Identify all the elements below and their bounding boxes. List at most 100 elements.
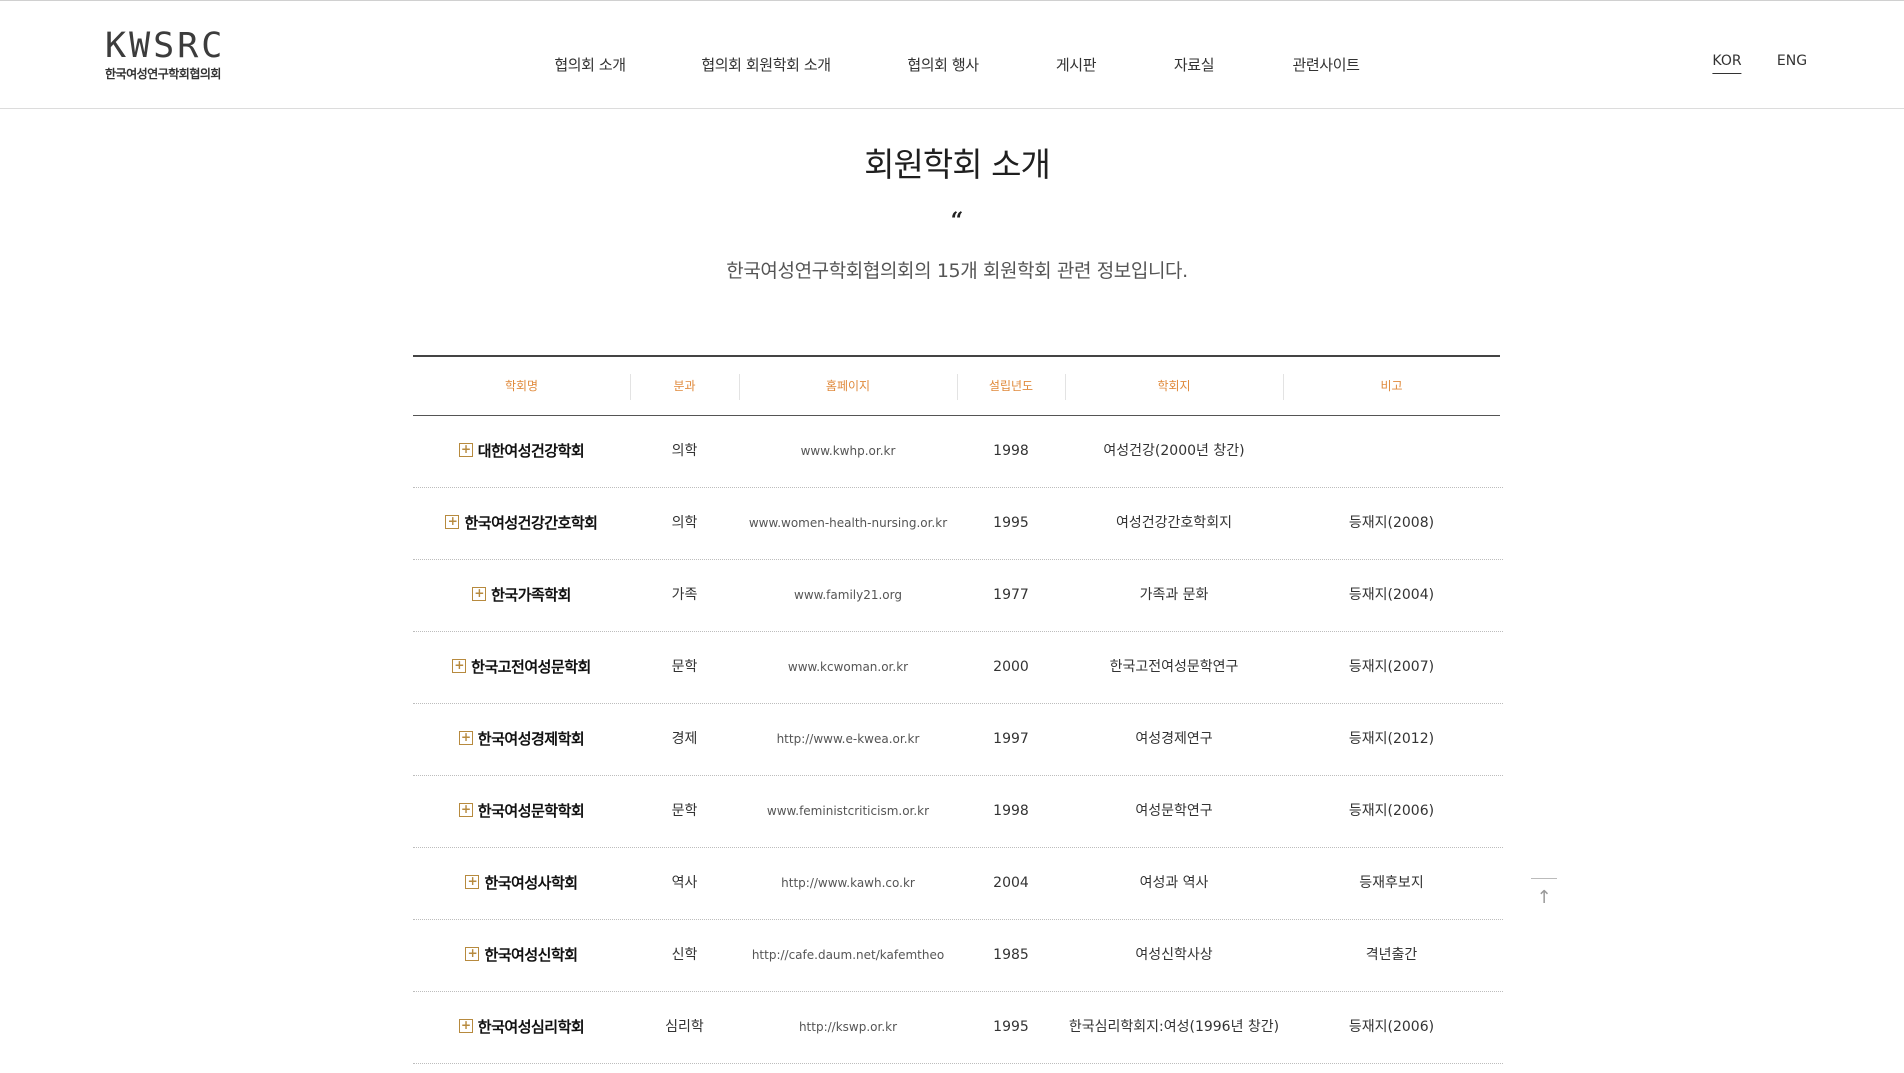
nav-item-about[interactable]: 협의회 소개: [554, 54, 626, 75]
nav-item-board[interactable]: 게시판: [1056, 54, 1097, 75]
homepage-link[interactable]: www.women-health-nursing.or.kr: [739, 488, 957, 559]
journal-cell: 여성문학연구: [1135, 803, 1213, 819]
founded-year-cell: 1985: [993, 947, 1029, 963]
field-cell: 문학: [671, 803, 698, 819]
society-name-label: 한국가족학회: [491, 586, 571, 604]
plus-box-icon[interactable]: +: [465, 874, 480, 889]
society-name[interactable]: + 한국여성경제학회: [413, 704, 630, 775]
header-journal: 학회지: [1157, 379, 1191, 393]
plus-box-icon[interactable]: +: [452, 658, 467, 673]
homepage-link[interactable]: www.family21.org: [739, 560, 957, 631]
table-header: 학회명 분과 홈페이지 설립년도 학회지 비고: [413, 355, 1500, 416]
header-homepage: 홈페이지: [825, 379, 871, 393]
society-name-label: 한국여성심리학회: [477, 1018, 585, 1036]
founded-year-cell: 1995: [993, 515, 1029, 531]
note-cell: 등재지(2012): [1348, 731, 1435, 747]
field-cell: 역사: [671, 875, 698, 891]
homepage-link[interactable]: http://www.e-kwea.or.kr: [739, 704, 957, 775]
nav-item-archive[interactable]: 자료실: [1174, 54, 1215, 75]
field-cell: 가족: [671, 587, 698, 603]
lang-eng-link[interactable]: ENG: [1777, 53, 1807, 69]
homepage-link[interactable]: http://www.kawh.co.kr: [739, 848, 957, 919]
table-row: + 한국여성신학회 신학 http://cafe.daum.net/kafemtheo…: [413, 920, 1503, 992]
journal-cell: 여성건강(2000년 창간): [1103, 443, 1245, 459]
table-row: + 한국여성건강간호학회 의학 www.women-health-nursing.or…: [413, 488, 1503, 560]
note-cell: 등재지(2006): [1348, 803, 1435, 819]
founded-year-cell: 2004: [993, 875, 1029, 891]
plus-box-icon[interactable]: +: [465, 946, 480, 961]
homepage-link[interactable]: www.feministcriticism.or.kr: [739, 776, 957, 847]
founded-year-cell: 1998: [993, 443, 1029, 459]
plus-box-icon[interactable]: +: [458, 730, 473, 745]
table-row: + 한국고전여성문학회 문학 www.kcwoman.or.kr 2000 한국고전여성문…: [413, 632, 1503, 704]
founded-year-cell: 1998: [993, 803, 1029, 819]
society-name[interactable]: + 한국여성신학회: [413, 920, 630, 991]
nav-item-events[interactable]: 협의회 행사: [907, 54, 979, 75]
journal-cell: 한국심리학회지:여성(1996년 창간): [1068, 1019, 1280, 1035]
header-society-name: 학회명: [504, 379, 539, 393]
journal-cell: 여성건강간호학회지: [1116, 515, 1232, 531]
quote-icon: “: [950, 208, 964, 234]
arrow-up-icon: ↑: [1536, 887, 1552, 908]
society-name[interactable]: + 한국여성문학학회: [413, 776, 630, 847]
header-note: 비고: [1380, 379, 1403, 393]
founded-year-cell: 1995: [993, 1019, 1029, 1035]
society-name[interactable]: + 한국고전여성문학회: [413, 632, 630, 703]
journal-cell: 가족과 문화: [1139, 587, 1209, 603]
society-name[interactable]: + 한국여성사학회: [413, 848, 630, 919]
table-row: + 한국여성사학회 역사 http://www.kawh.co.kr 2004 여성과 역…: [413, 848, 1503, 920]
journal-cell: 여성신학사상: [1135, 947, 1213, 963]
field-cell: 신학: [671, 947, 698, 963]
note-cell: 등재지(2004): [1348, 587, 1435, 603]
field-cell: 의학: [671, 515, 698, 531]
journal-cell: 한국고전여성문학연구: [1109, 659, 1239, 675]
table-row: + 한국여성심리학회 심리학 http://kswp.or.kr 1995 한국심리학회지…: [413, 992, 1503, 1064]
note-cell: 등재지(2006): [1348, 1019, 1435, 1035]
header-field: 분과: [673, 379, 696, 393]
society-name[interactable]: + 한국가족학회: [413, 560, 630, 631]
society-name-label: 한국고전여성문학회: [471, 658, 591, 676]
society-name[interactable]: + 한국여성심리학회: [413, 992, 630, 1063]
homepage-link[interactable]: http://kswp.or.kr: [739, 992, 957, 1063]
founded-year-cell: 1997: [993, 731, 1029, 747]
society-name-label: 한국여성건강간호학회: [464, 514, 598, 532]
society-name-label: 대한여성건강학회: [477, 442, 585, 460]
society-name-label: 한국여성문학학회: [477, 802, 585, 820]
page-intro: 한국여성연구학회협의회의 15개 회원학회 관련 정보입니다.: [726, 260, 1188, 282]
homepage-link[interactable]: www.kcwoman.or.kr: [739, 632, 957, 703]
field-cell: 심리학: [665, 1019, 704, 1035]
table-row: + 대한여성건강학회 의학 www.kwhp.or.kr 1998 여성건강(2000년 …: [413, 416, 1503, 488]
main-nav: 협의회 소개 협의회 회원학회 소개 협의회 행사 게시판 자료실 관련사이트: [0, 54, 1904, 74]
homepage-link[interactable]: http://cafe.daum.net/kafemtheo: [739, 920, 957, 991]
homepage-link[interactable]: www.kwhp.or.kr: [739, 416, 957, 487]
society-name-label: 한국여성사학회: [484, 874, 578, 892]
note-cell: 등재지(2007): [1348, 659, 1435, 675]
field-cell: 문학: [671, 659, 698, 675]
lang-kor-link[interactable]: KOR: [1712, 53, 1742, 74]
plus-box-icon[interactable]: +: [472, 586, 487, 601]
field-cell: 의학: [671, 443, 698, 459]
table-row: + 한국여성경제학회 경제 http://www.e-kwea.or.kr 1997 여성…: [413, 704, 1503, 776]
note-cell: [1283, 416, 1500, 487]
nav-item-links[interactable]: 관련사이트: [1292, 54, 1359, 75]
plus-box-icon[interactable]: +: [458, 442, 473, 457]
note-cell: 격년출간: [1365, 947, 1418, 963]
plus-box-icon[interactable]: +: [458, 802, 473, 817]
society-name-label: 한국여성신학회: [484, 946, 578, 964]
table-row: + 한국여성문학학회 문학 www.feministcriticism.or.kr 19…: [413, 776, 1503, 848]
scroll-top-button[interactable]: ↑: [1531, 878, 1557, 913]
journal-cell: 여성과 역사: [1139, 875, 1209, 891]
nav-item-members[interactable]: 협의회 회원학회 소개: [701, 54, 831, 75]
plus-box-icon[interactable]: +: [445, 514, 460, 529]
society-name[interactable]: + 대한여성건강학회: [413, 416, 630, 487]
note-cell: 등재지(2008): [1348, 515, 1435, 531]
plus-box-icon[interactable]: +: [458, 1018, 473, 1033]
page-title: 회원학회 소개: [864, 145, 1051, 184]
note-cell: 등재후보지: [1359, 875, 1424, 891]
society-name[interactable]: + 한국여성건강간호학회: [413, 488, 630, 559]
field-cell: 경제: [671, 731, 698, 747]
table-body: + 대한여성건강학회 의학 www.kwhp.or.kr 1998 여성건강(2000년 …: [413, 416, 1503, 1064]
site-header: KWSRC 한국여성연구학회협의회 협의회 소개 협의회 회원학회 소개 협의회…: [0, 1, 1904, 109]
table-row: + 한국가족학회 가족 www.family21.org 1977 가족과 문화 등재지(2…: [413, 560, 1503, 632]
journal-cell: 여성경제연구: [1135, 731, 1213, 747]
